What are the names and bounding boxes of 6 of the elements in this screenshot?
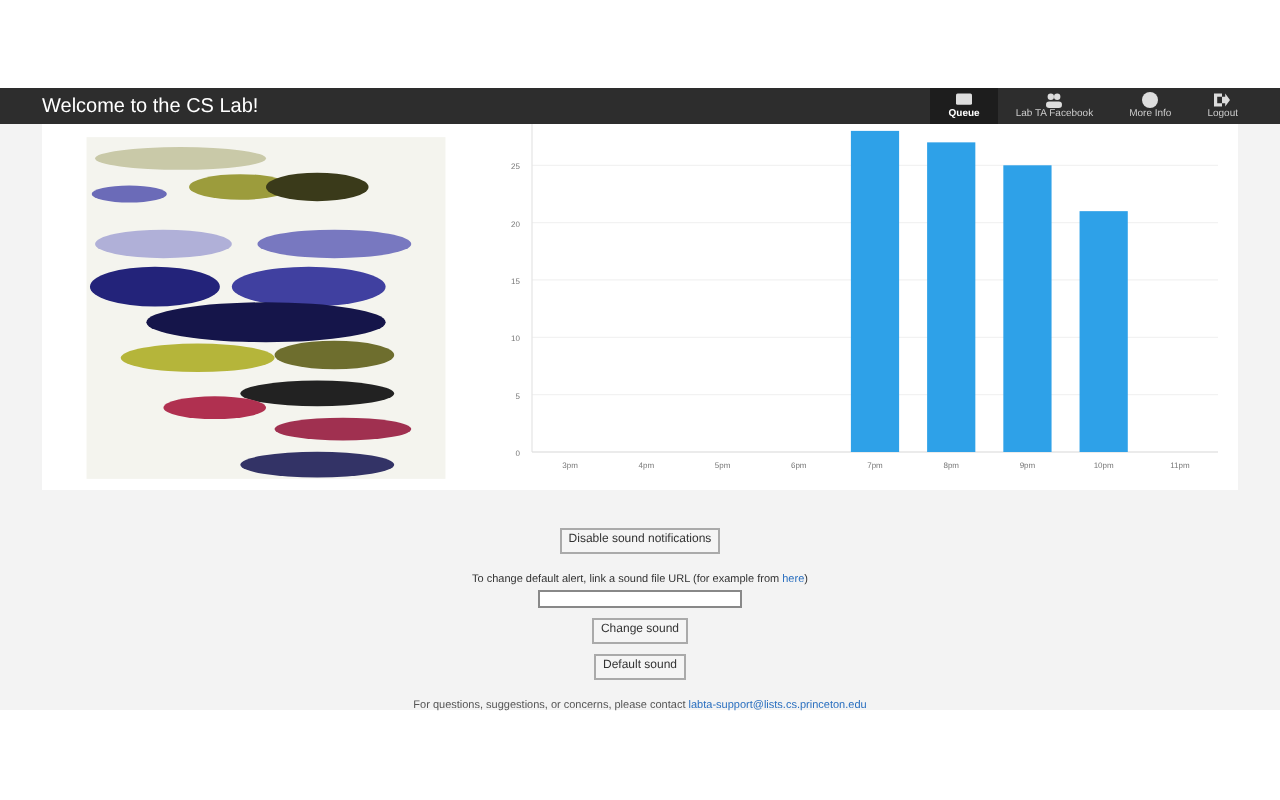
monitor-icon: [956, 92, 973, 108]
logout-icon: [1214, 92, 1231, 108]
info-icon: [1142, 92, 1159, 108]
site-title: Welcome to the CS Lab!: [42, 93, 261, 121]
people-icon: [1046, 92, 1063, 108]
sound-url-field[interactable]: [538, 590, 742, 609]
